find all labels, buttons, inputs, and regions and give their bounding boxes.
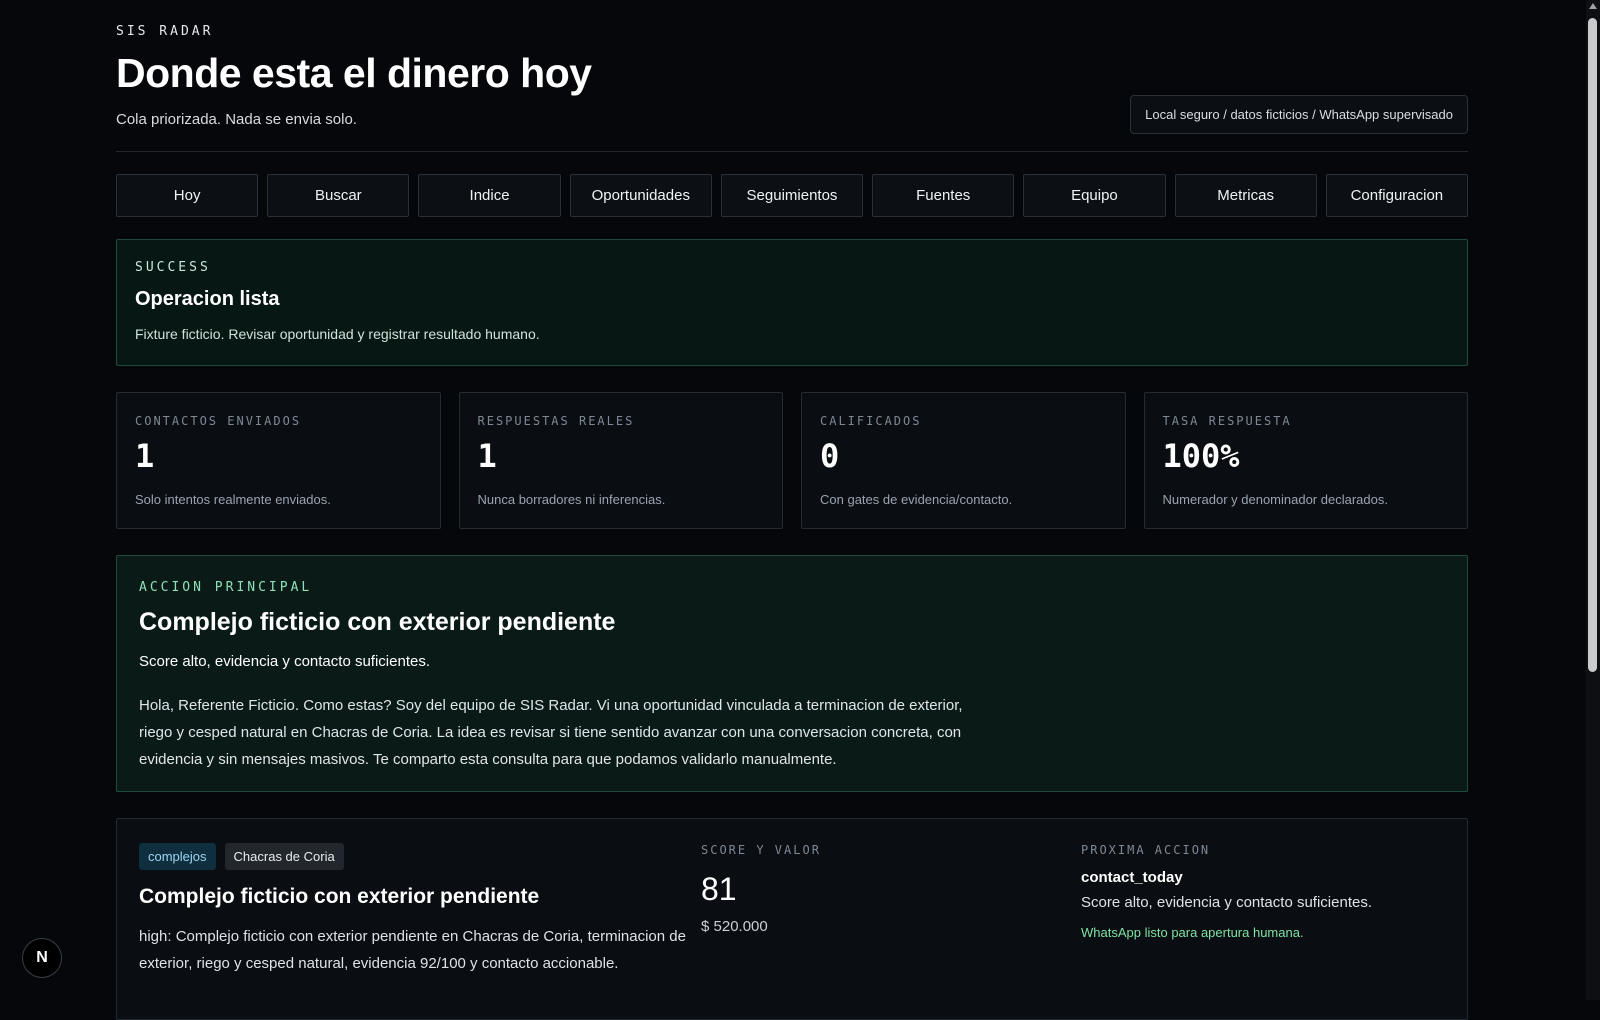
- stat-value: 100%: [1162, 437, 1240, 475]
- tab-hoy[interactable]: Hoy: [116, 174, 259, 217]
- action-eyebrow: ACCION PRINCIPAL: [139, 580, 313, 595]
- next-action-label: PROXIMA ACCION: [1081, 843, 1211, 857]
- banner-eyebrow: SUCCESS: [135, 260, 211, 275]
- category-tag: complejos: [139, 843, 216, 870]
- tab-configuracion[interactable]: Configuracion: [1325, 174, 1468, 217]
- tab-equipo[interactable]: Equipo: [1023, 174, 1166, 217]
- stat-label: CALIFICADOS: [820, 414, 922, 428]
- tag-list: complejos Chacras de Coria: [139, 843, 344, 870]
- stat-card: CONTACTOS ENVIADOS 1 Solo intentos realm…: [116, 392, 441, 529]
- opportunity-summary: high: Complejo ficticio con exterior pen…: [139, 928, 686, 972]
- stat-label: CONTACTOS ENVIADOS: [135, 414, 302, 428]
- location-tag: Chacras de Coria: [224, 843, 344, 870]
- stat-value: 1: [135, 437, 155, 475]
- draft-message: Hola, Referente Ficticio. Como estas? So…: [139, 697, 963, 768]
- banner-title: Operacion lista: [135, 288, 280, 310]
- next-action-reason: Score alto, evidencia y contacto suficie…: [1081, 894, 1372, 911]
- next-action-column: PROXIMA ACCION contact_today Score alto,…: [1081, 843, 1372, 940]
- opportunity-title: Complejo ficticio con exterior pendiente: [139, 885, 540, 908]
- tab-seguimientos[interactable]: Seguimientos: [720, 174, 864, 217]
- next-action-code: contact_today: [1081, 869, 1183, 886]
- stat-card: CALIFICADOS 0 Con gates de evidencia/con…: [801, 392, 1126, 529]
- tab-oportunidades[interactable]: Oportunidades: [569, 174, 712, 217]
- stat-note: Solo intentos realmente enviados.: [135, 492, 331, 507]
- stat-label: RESPUESTAS REALES: [477, 414, 635, 428]
- main-action-panel: ACCION PRINCIPAL Complejo ficticio con e…: [116, 555, 1468, 792]
- scroll-up-icon[interactable]: [1589, 3, 1597, 9]
- score-column: SCORE Y VALOR 81 $ 520.000: [701, 843, 821, 935]
- score-label: SCORE Y VALOR: [701, 843, 821, 857]
- success-banner: SUCCESS Operacion lista Fixture ficticio…: [116, 239, 1468, 366]
- main-nav: Hoy Buscar Indice Oportunidades Seguimie…: [116, 174, 1468, 217]
- app-eyebrow: SIS RADAR: [116, 24, 214, 39]
- stat-label: TASA RESPUESTA: [1162, 414, 1292, 428]
- opportunity-value: $ 520.000: [701, 918, 768, 935]
- opportunity-card[interactable]: complejos Chacras de Coria Complejo fict…: [116, 818, 1468, 1020]
- page-title: Donde esta el dinero hoy: [116, 50, 592, 96]
- stat-value: 0: [820, 437, 840, 475]
- stat-card: RESPUESTAS REALES 1 Nunca borradores ni …: [458, 392, 783, 529]
- action-title: Complejo ficticio con exterior pendiente: [139, 608, 616, 636]
- tab-buscar[interactable]: Buscar: [267, 174, 410, 217]
- stat-note: Nunca borradores ni inferencias.: [477, 492, 666, 507]
- page-subtitle: Cola priorizada. Nada se envia solo.: [116, 111, 357, 128]
- stat-note: Con gates de evidencia/contacto.: [820, 492, 1013, 507]
- stat-value: 1: [477, 437, 497, 475]
- tab-indice[interactable]: Indice: [418, 174, 561, 217]
- tab-metricas[interactable]: Metricas: [1174, 174, 1317, 217]
- stat-card: TASA RESPUESTA 100% Numerador y denomina…: [1143, 392, 1468, 529]
- tab-fuentes[interactable]: Fuentes: [872, 174, 1015, 217]
- banner-message: Fixture ficticio. Revisar oportunidad y …: [135, 326, 540, 342]
- action-reason: Score alto, evidencia y contacto suficie…: [139, 653, 430, 670]
- header-divider: [116, 151, 1468, 152]
- stat-note: Numerador y denominador declarados.: [1162, 492, 1388, 507]
- dev-tools-icon[interactable]: N: [22, 938, 62, 978]
- mode-badge: Local seguro / datos ficticios / WhatsAp…: [1130, 95, 1468, 134]
- stats-row: CONTACTOS ENVIADOS 1 Solo intentos realm…: [116, 392, 1468, 529]
- scrollbar[interactable]: [1586, 0, 1600, 1000]
- whatsapp-status: WhatsApp listo para apertura humana.: [1081, 925, 1304, 940]
- scroll-thumb[interactable]: [1588, 18, 1597, 672]
- score-value: 81: [701, 871, 737, 907]
